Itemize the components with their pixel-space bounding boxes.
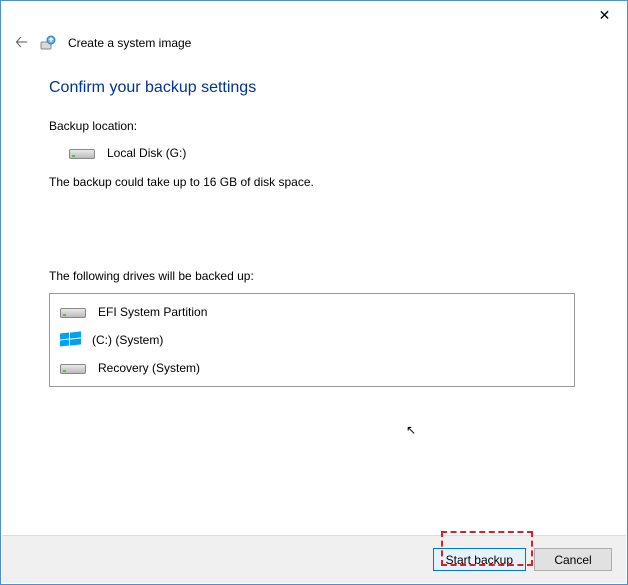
hard-drive-icon [60, 304, 88, 320]
start-backup-button[interactable]: Start backup [433, 548, 526, 571]
back-arrow-icon[interactable]: 🡠 [15, 35, 28, 51]
backup-location-value: Local Disk (G:) [107, 146, 186, 160]
drives-list: EFI System Partition (C:) (System) Recov… [49, 293, 575, 387]
hard-drive-icon [69, 145, 97, 161]
drive-name: (C:) (System) [92, 333, 163, 347]
backup-size-note: The backup could take up to 16 GB of dis… [49, 175, 575, 189]
drive-name: Recovery (System) [98, 361, 200, 375]
content-area: Confirm your backup settings Backup loca… [1, 51, 627, 387]
close-button[interactable]: ✕ [582, 1, 627, 29]
hard-drive-icon [60, 360, 88, 376]
drives-list-label: The following drives will be backed up: [49, 269, 575, 283]
cancel-button[interactable]: Cancel [534, 548, 612, 571]
cursor-icon: ↖ [406, 423, 416, 437]
header: 🡠 Create a system image [1, 31, 627, 51]
list-item: (C:) (System) [50, 326, 574, 354]
system-image-icon [40, 35, 56, 51]
backup-location-label: Backup location: [49, 119, 575, 133]
window-title: Create a system image [68, 36, 191, 50]
footer: Start backup Cancel [2, 535, 626, 583]
list-item: EFI System Partition [50, 298, 574, 326]
page-heading: Confirm your backup settings [49, 79, 575, 97]
titlebar: ✕ [1, 1, 627, 31]
windows-logo-icon [60, 332, 82, 348]
drive-name: EFI System Partition [98, 305, 207, 319]
list-item: Recovery (System) [50, 354, 574, 382]
backup-location-row: Local Disk (G:) [49, 145, 575, 161]
